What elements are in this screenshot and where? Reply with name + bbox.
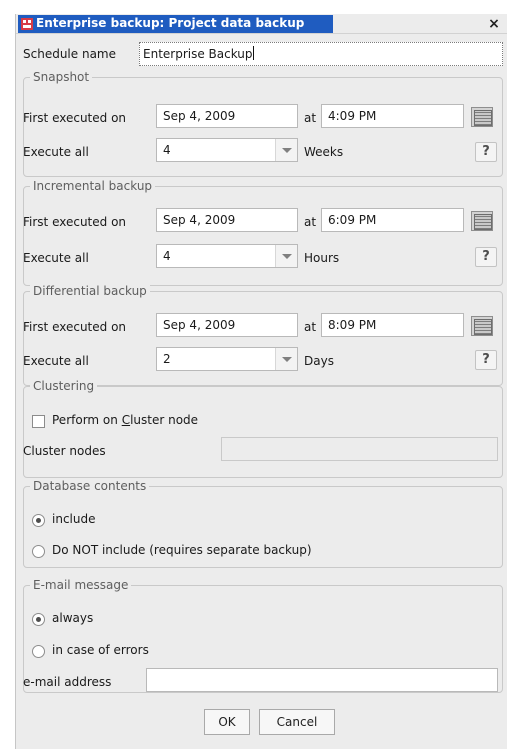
snapshot-date-input[interactable]: Sep 4, 2009 — [156, 104, 298, 128]
perform-cluster-suffix: luster node — [130, 413, 199, 427]
incremental-legend: Incremental backup — [30, 179, 156, 193]
snapshot-at-label: at — [304, 111, 317, 125]
email-always-radio[interactable] — [32, 613, 45, 626]
email-address-input[interactable] — [146, 668, 498, 692]
incremental-interval-select[interactable]: 4 — [156, 244, 298, 268]
text-caret — [252, 46, 254, 60]
differential-date-input[interactable]: Sep 4, 2009 — [156, 313, 298, 337]
incremental-group: Incremental backup — [23, 179, 503, 286]
incremental-calendar-icon[interactable] — [471, 211, 493, 231]
clustering-legend: Clustering — [30, 379, 98, 393]
app-icon — [21, 18, 33, 30]
differential-help-icon[interactable]: ? — [475, 350, 497, 370]
incremental-time-input[interactable]: 6:09 PM — [321, 208, 464, 232]
differential-first-label: First executed on — [23, 320, 127, 334]
cancel-button[interactable]: Cancel — [259, 709, 335, 735]
perform-cluster-mnemonic: C — [121, 413, 131, 427]
differential-at-label: at — [304, 320, 317, 334]
perform-cluster-label: Perform on Cluster node — [52, 413, 198, 427]
close-icon[interactable]: × — [486, 16, 502, 32]
differential-interval-value: 2 — [163, 352, 171, 366]
email-errors-radio[interactable] — [32, 645, 45, 658]
clustering-group: Clustering — [23, 379, 503, 478]
chevron-down-icon[interactable] — [275, 139, 297, 161]
incremental-date-input[interactable]: Sep 4, 2009 — [156, 208, 298, 232]
snapshot-calendar-icon[interactable] — [471, 107, 493, 127]
backup-dialog: Enterprise backup: Project data backup ×… — [15, 14, 507, 749]
database-legend: Database contents — [30, 479, 150, 493]
window-title: Enterprise backup: Project data backup — [36, 16, 305, 30]
database-exclude-label: Do NOT include (requires separate backup… — [52, 543, 312, 557]
database-exclude-radio[interactable] — [32, 545, 45, 558]
differential-unit-label: Days — [304, 354, 334, 368]
incremental-first-label: First executed on — [23, 215, 127, 229]
cluster-nodes-input[interactable] — [221, 437, 498, 461]
snapshot-unit-label: Weeks — [304, 145, 344, 159]
snapshot-legend: Snapshot — [30, 70, 93, 84]
ok-button[interactable]: OK — [204, 709, 250, 735]
differential-calendar-icon[interactable] — [471, 316, 493, 336]
title-bar: Enterprise backup: Project data backup × — [16, 14, 507, 34]
perform-cluster-prefix: Perform on — [52, 413, 122, 427]
snapshot-first-label: First executed on — [23, 111, 127, 125]
incremental-interval-value: 4 — [163, 249, 171, 263]
database-include-label: include — [52, 512, 96, 526]
perform-cluster-checkbox[interactable] — [32, 415, 45, 428]
differential-interval-select[interactable]: 2 — [156, 347, 298, 371]
schedule-name-value: Enterprise Backup — [143, 47, 253, 61]
incremental-help-icon[interactable]: ? — [475, 247, 497, 267]
email-address-label: e-mail address — [23, 675, 112, 689]
schedule-name-label: Schedule name — [23, 47, 116, 61]
snapshot-interval-value: 4 — [163, 143, 171, 157]
snapshot-interval-select[interactable]: 4 — [156, 138, 298, 162]
snapshot-help-icon[interactable]: ? — [475, 142, 497, 162]
chevron-down-icon[interactable] — [275, 348, 297, 370]
differential-time-input[interactable]: 8:09 PM — [321, 313, 464, 337]
incremental-unit-label: Hours — [304, 251, 340, 265]
email-legend: E-mail message — [30, 578, 132, 592]
email-errors-label: in case of errors — [52, 643, 149, 657]
database-include-radio[interactable] — [32, 514, 45, 527]
snapshot-time-input[interactable]: 4:09 PM — [321, 104, 464, 128]
incremental-at-label: at — [304, 215, 317, 229]
differential-execute-label: Execute all — [23, 354, 89, 368]
incremental-execute-label: Execute all — [23, 251, 89, 265]
differential-legend: Differential backup — [30, 284, 150, 298]
snapshot-execute-label: Execute all — [23, 145, 89, 159]
chevron-down-icon[interactable] — [275, 245, 297, 267]
schedule-name-input[interactable]: Enterprise Backup — [139, 42, 503, 66]
differential-group: Differential backup — [23, 284, 503, 386]
email-always-label: always — [52, 611, 94, 625]
cluster-nodes-label: Cluster nodes — [23, 444, 106, 458]
